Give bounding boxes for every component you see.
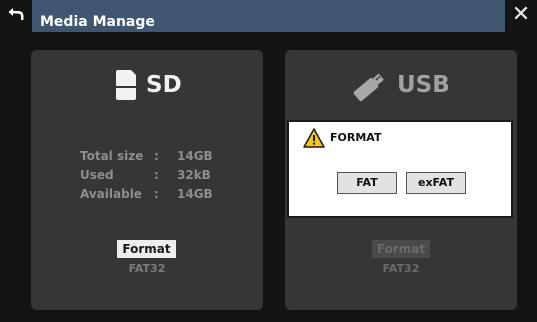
close-icon: ✕ <box>511 2 531 27</box>
sd-format-type: FAT32 <box>128 262 166 275</box>
info-value: 14GB <box>177 149 213 163</box>
info-available: Available : 14GB <box>80 185 220 204</box>
info-key: Available <box>80 187 142 201</box>
back-button[interactable] <box>0 0 32 32</box>
info-separator: : <box>154 168 159 182</box>
usb-format-button[interactable]: Format <box>372 240 430 258</box>
info-key: Used <box>80 168 114 182</box>
close-button[interactable]: ✕ <box>505 0 537 32</box>
sd-card-icon <box>116 70 136 100</box>
format-popup: FORMAT FAT exFAT <box>287 120 513 218</box>
sd-info-list: Total size : 14GB Used : 32kB Available … <box>80 147 220 204</box>
info-value: 32kB <box>177 168 211 182</box>
usb-stick-icon <box>353 73 384 102</box>
info-total-size: Total size : 14GB <box>80 147 220 166</box>
info-separator: : <box>154 187 159 201</box>
usb-header: USB <box>285 64 517 108</box>
back-arrow-icon <box>8 8 24 20</box>
page-title: Media Manage <box>40 14 155 30</box>
info-used: Used : 32kB <box>80 166 220 185</box>
usb-format-type: FAT32 <box>382 262 420 275</box>
usb-label: USB <box>397 72 450 98</box>
sd-label: SD <box>146 72 182 98</box>
info-separator: : <box>154 149 159 163</box>
fat-button[interactable]: FAT <box>337 172 397 194</box>
sd-panel: SD Total size : 14GB Used : 32kB Availab… <box>31 50 263 310</box>
exfat-button[interactable]: exFAT <box>406 172 466 194</box>
title-bar: Media Manage ✕ <box>0 0 537 32</box>
sd-format-button[interactable]: Format <box>117 240 176 258</box>
info-key: Total size <box>80 149 144 163</box>
media-manage-screen: Media Manage ✕ SD Total size : 14GB Used… <box>0 0 537 322</box>
popup-title: FORMAT <box>330 131 382 144</box>
info-value: 14GB <box>177 187 213 201</box>
warning-icon <box>303 128 325 148</box>
sd-header: SD <box>31 64 263 108</box>
